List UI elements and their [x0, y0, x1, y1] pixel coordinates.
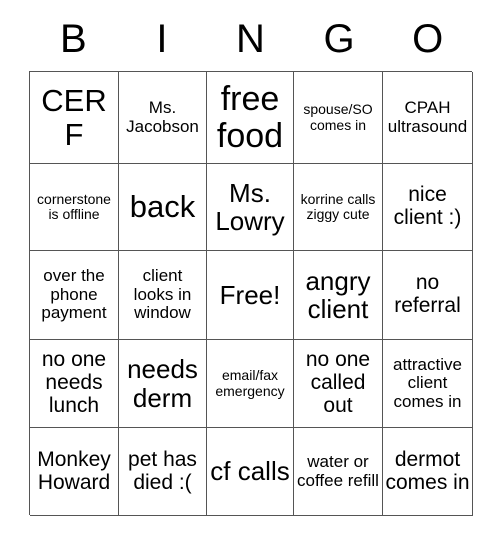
bingo-cell-label: korrine calls ziggy cute: [300, 190, 376, 222]
bingo-cell[interactable]: over the phone payment: [30, 251, 119, 340]
bingo-cell-label: Free!: [219, 279, 281, 310]
bingo-cell-label: nice client :): [393, 183, 462, 229]
bingo-header-letter-b: B: [59, 17, 87, 61]
bingo-cell[interactable]: cornerstone is offline: [30, 164, 119, 251]
bingo-cell-label: Ms. Jacobson: [126, 98, 199, 136]
bingo-cell[interactable]: client looks in window: [119, 251, 207, 340]
bingo-header-letter-g: G: [323, 17, 355, 61]
bingo-cell[interactable]: Monkey Howard: [30, 428, 119, 516]
bingo-cell-label: spouse/SO comes in: [303, 101, 373, 133]
bingo-cell[interactable]: no one needs lunch: [30, 340, 119, 428]
bingo-card: B I N G O CERF Ms. Jacobson free food sp…: [0, 0, 500, 544]
bingo-cell-label: Ms. Lowry: [215, 177, 285, 236]
bingo-cell[interactable]: spouse/SO comes in: [294, 72, 383, 164]
bingo-cell-label: Monkey Howard: [37, 447, 111, 494]
bingo-cell-label: over the phone payment: [41, 266, 107, 323]
bingo-cell[interactable]: dermot comes in: [383, 428, 473, 516]
bingo-cell[interactable]: cf calls: [207, 428, 294, 516]
bingo-cell[interactable]: CPAH ultrasound: [383, 72, 473, 164]
bingo-cell[interactable]: needs derm: [119, 340, 207, 428]
bingo-cell[interactable]: CERF: [30, 72, 119, 164]
bingo-grid: CERF Ms. Jacobson free food spouse/SO co…: [29, 71, 473, 516]
bingo-cell[interactable]: free food: [207, 72, 294, 164]
bingo-cell-label: needs derm: [127, 354, 198, 413]
bingo-cell[interactable]: no one called out: [294, 340, 383, 428]
bingo-cell-label: no one called out: [305, 348, 371, 417]
bingo-cell[interactable]: angry client: [294, 251, 383, 340]
bingo-cell-label: water or coffee refill: [297, 452, 379, 490]
bingo-cell[interactable]: back: [119, 164, 207, 251]
bingo-cell-label: pet has died :(: [128, 447, 197, 494]
bingo-cell-label: attractive client comes in: [393, 354, 462, 411]
bingo-cell[interactable]: email/fax emergency: [207, 340, 294, 428]
bingo-cell-label: back: [129, 189, 196, 225]
bingo-cell[interactable]: Ms. Jacobson: [119, 72, 207, 164]
bingo-header-letter-i: I: [156, 17, 168, 61]
bingo-cell[interactable]: attractive client comes in: [383, 340, 473, 428]
bingo-cell[interactable]: Ms. Lowry: [207, 164, 294, 251]
bingo-cell[interactable]: nice client :): [383, 164, 473, 251]
bingo-cell[interactable]: pet has died :(: [119, 428, 207, 516]
bingo-cell-label: no referral: [394, 271, 461, 317]
bingo-header-letter-o: O: [412, 17, 444, 61]
bingo-header-row: B I N G O: [29, 14, 472, 64]
bingo-cell-label: cornerstone is offline: [37, 190, 111, 222]
bingo-header-letter-n: N: [236, 17, 265, 61]
bingo-cell-label: dermot comes in: [385, 447, 470, 494]
bingo-cell-label: no one needs lunch: [41, 348, 107, 417]
bingo-cell-label: CPAH ultrasound: [387, 98, 468, 136]
bingo-cell-label: free food: [216, 79, 284, 155]
bingo-cell-label: angry client: [305, 265, 371, 324]
bingo-cell[interactable]: water or coffee refill: [294, 428, 383, 516]
bingo-cell-label: client looks in window: [133, 266, 192, 323]
bingo-cell-label: CERF: [41, 83, 107, 152]
bingo-cell[interactable]: no referral: [383, 251, 473, 340]
bingo-cell-label: email/fax emergency: [215, 367, 285, 399]
bingo-cell[interactable]: korrine calls ziggy cute: [294, 164, 383, 251]
bingo-cell-free-space[interactable]: Free!: [207, 251, 294, 340]
bingo-cell-label: cf calls: [210, 456, 290, 487]
